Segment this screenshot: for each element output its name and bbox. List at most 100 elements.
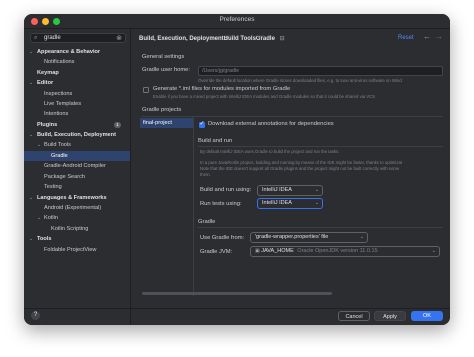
build-and-run-heading: Build and run [198,138,233,144]
sidebar-item-inspections[interactable]: Inspections [24,89,130,99]
general-settings-heading: General settings [142,54,185,60]
sidebar-item-label: Appearance & Behavior [37,49,101,55]
plugins-count-badge: 1 [114,122,121,128]
chevron-down-icon[interactable]: ⌄ [29,78,33,88]
sidebar-item-testing[interactable]: Testing [24,182,130,192]
sidebar-item-label: Plugins [37,122,58,128]
chevron-down-icon: ⌄ [359,234,364,240]
clear-search-icon[interactable]: ⊗ [116,34,122,42]
sidebar-item-gradle-android-compiler[interactable]: Gradle-Android Compiler [24,161,130,171]
chevron-down-icon[interactable]: ⌄ [29,234,33,244]
build-run-using-value: IntelliJ IDEA [262,187,292,193]
sidebar-item-label: Build, Execution, Deployment [37,132,116,138]
chevron-down-icon[interactable]: ⌄ [29,47,33,57]
sidebar-item-kotlin[interactable]: ⌄ Kotlin [24,213,130,223]
window-title: Preferences [219,16,255,23]
sidebar-item-foldable-projectview[interactable]: Foldable ProjectView [24,245,130,255]
sidebar-item-editor[interactable]: ⌄ Editor [24,78,130,88]
title-bar: Preferences [24,14,450,29]
reset-link[interactable]: Reset [398,35,414,41]
chevron-down-icon: ⌄ [314,200,319,206]
sidebar-item-label: Gradle [51,153,68,159]
search-value: gradle [44,35,61,41]
sidebar-item-package-search[interactable]: Package Search [24,172,130,182]
footer-divider [24,308,450,309]
sidebar-item-label: Kotlin [44,215,58,221]
sidebar-item-label: Notifications [44,59,75,65]
gradle-jvm-dropdown[interactable]: ▣ JAVA_HOME Oracle OpenJDK version 11.0.… [250,246,440,257]
sidebar-item-kotlin-scripting[interactable]: Kotlin Scripting [24,224,130,234]
use-gradle-from-dropdown[interactable]: 'gradle-wrapper.properties' file ⌄ [250,232,368,243]
sidebar-item-label: Languages & Frameworks [37,195,107,201]
chevron-down-icon[interactable]: ⌄ [37,140,41,150]
sidebar-item-label: Inspections [44,91,73,97]
sidebar-item-tools[interactable]: ⌄ Tools [24,234,130,244]
pin-icon[interactable]: ⊟ [277,36,285,42]
divider [198,227,443,228]
sidebar-item-build-execution-deployment[interactable]: ⌄ Build, Execution, Deployment [24,130,130,140]
ok-button[interactable]: OK [411,311,443,321]
sidebar-item-label: Package Search [44,174,86,180]
sidebar-item-label: Gradle-Android Compiler [44,163,106,169]
back-arrow-icon[interactable]: ← [423,32,431,41]
chevron-down-icon: ⌄ [314,187,319,193]
build-run-hint: By default IntelliJ IDEA uses Gradle to … [200,149,340,154]
breadcrumb: Build, Execution, Deployment › Build Tools… [139,35,285,42]
chevron-down-icon[interactable]: ⌄ [29,193,33,203]
build-run-using-dropdown[interactable]: IntelliJ IDEA ⌄ [257,185,323,196]
sidebar-item-android-experimental[interactable]: Android (Experimental) [24,203,130,213]
gradle-jvm-label: Gradle JVM: [200,249,233,255]
sidebar-item-label: Android (Experimental) [44,205,102,211]
build-run-hint: Note that the IDE doesn't support all Gr… [200,166,400,171]
breadcrumb-separator: › [223,35,232,41]
sidebar-item-label: Foldable ProjectView [44,247,97,253]
folder-icon: ▣ [255,248,260,254]
build-run-using-label: Build and run using: [200,187,252,193]
sidebar-item-live-templates[interactable]: Live Templates [24,99,130,109]
horizontal-scrollbar[interactable] [142,292,332,295]
sidebar-item-label: Keymap [37,70,59,76]
divider [198,146,443,147]
sidebar-item-gradle[interactable]: Gradle [24,151,130,161]
cancel-button[interactable]: Cancel [338,311,370,321]
download-annotations-checkbox[interactable] [199,120,205,128]
gradle-user-home-label: Gradle user home: [142,67,191,73]
sidebar-item-plugins[interactable]: Plugins 1 [24,120,130,130]
apply-button[interactable]: Apply [374,311,406,321]
forward-arrow-icon[interactable]: → [435,32,443,41]
help-button[interactable]: ? [31,311,40,320]
gradle-user-home-hint: Override the default location where Grad… [198,78,402,83]
sidebar-item-notifications[interactable]: Notifications [24,57,130,67]
search-icon: ⌕ [34,35,38,41]
sidebar-item-label: Intentions [44,111,69,117]
chevron-down-icon[interactable]: ⌄ [37,213,41,223]
breadcrumb-item[interactable]: Build, Execution, Deployment [139,36,224,42]
run-tests-using-value: IntelliJ IDEA [262,200,292,206]
sidebar-item-intentions[interactable]: Intentions [24,109,130,119]
use-gradle-from-label: Use Gradle from: [200,235,245,241]
breadcrumb-separator: › [255,35,264,41]
run-tests-using-label: Run tests using: [200,201,242,207]
chevron-down-icon[interactable]: ⌄ [29,130,33,140]
sidebar-item-build-tools[interactable]: ⌄ Build Tools [24,140,130,150]
build-run-hint: In a pure Java/Kotlin project, building … [200,160,403,165]
run-tests-using-dropdown[interactable]: IntelliJ IDEA ⌄ [257,198,323,209]
gradle-user-home-field[interactable]: /Users/jg/gradle [198,66,443,76]
gradle-jvm-detail: Oracle OpenJDK version 11.0.15 [297,248,378,254]
chevron-down-icon: ⌄ [431,248,436,254]
sidebar-item-label: Kotlin Scripting [51,226,89,232]
sidebar-item-appearance-behavior[interactable]: ⌄ Appearance & Behavior [24,47,130,57]
generate-iml-label: Generate *.iml files for modules importe… [153,86,291,92]
sidebar-item-label: Live Templates [44,101,82,107]
gradle-heading: Gradle [198,219,216,225]
sidebar-item-label: Tools [37,236,52,242]
sidebar-item-label: Testing [44,184,62,190]
sidebar-item-keymap[interactable]: Keymap [24,68,130,78]
generate-iml-checkbox[interactable] [143,87,149,93]
gradle-projects-list [139,117,194,296]
search-input[interactable]: ⌕ gradle ⊗ [30,33,126,43]
sidebar-item-label: Editor [37,80,54,86]
project-item-final-project[interactable]: final-project [140,118,193,128]
download-annotations-label: Download external annotations for depend… [208,121,334,127]
sidebar-item-languages-frameworks[interactable]: ⌄ Languages & Frameworks [24,193,130,203]
